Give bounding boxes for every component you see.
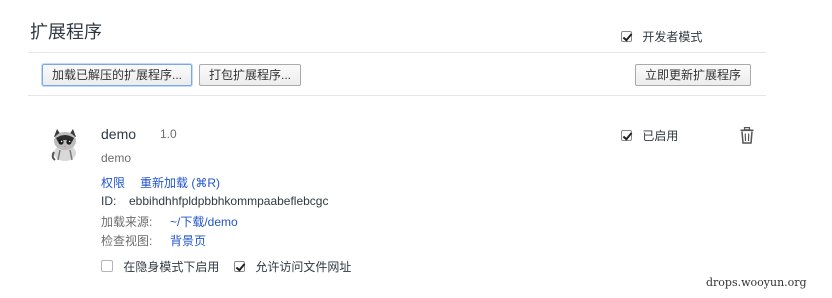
background-page-link[interactable]: 背景页 <box>170 232 206 249</box>
reload-link[interactable]: 重新加载 (⌘R) <box>140 174 220 191</box>
extension-version: 1.0 <box>160 127 177 141</box>
extension-id: ebbihdhhfpldpbbhkommpaabeflebcgc <box>129 194 329 208</box>
permissions-link[interactable]: 权限 <box>101 174 125 191</box>
developer-mode-checkbox[interactable] <box>621 31 632 42</box>
enabled-label[interactable]: 已启用 <box>642 129 678 143</box>
file-access-toggle[interactable]: 允许访问文件网址 <box>234 258 351 275</box>
trash-icon[interactable] <box>739 127 755 144</box>
incognito-checkbox[interactable] <box>101 260 113 272</box>
extension-description: demo <box>101 151 132 165</box>
load-source-link[interactable]: ~/下载/demo <box>170 213 238 230</box>
developer-mode-label[interactable]: 开发者模式 <box>642 30 702 44</box>
watermark: drops.wooyun.org <box>706 276 807 289</box>
file-access-label[interactable]: 允许访问文件网址 <box>255 260 351 274</box>
pack-extension-button[interactable]: 打包扩展程序... <box>199 64 302 86</box>
update-extensions-button[interactable]: 立即更新扩展程序 <box>635 64 752 86</box>
file-access-checkbox[interactable] <box>234 261 245 272</box>
load-unpacked-button[interactable]: 加载已解压的扩展程序... <box>42 64 193 86</box>
extension-icon <box>46 126 84 164</box>
extension-name: demo <box>101 126 137 142</box>
inspect-views-label: 检查视图: <box>101 234 153 248</box>
incognito-toggle[interactable]: 在隐身模式下启用 <box>101 258 219 275</box>
page-title: 扩展程序 <box>30 22 102 42</box>
header-divider <box>28 52 766 53</box>
id-label: ID: <box>101 194 117 208</box>
toolbar-divider <box>28 95 766 96</box>
enabled-toggle[interactable]: 已启用 <box>621 127 678 144</box>
incognito-label[interactable]: 在隐身模式下启用 <box>123 260 219 274</box>
developer-mode-toggle[interactable]: 开发者模式 <box>621 28 702 45</box>
load-source-label: 加载来源: <box>101 215 153 229</box>
enabled-checkbox[interactable] <box>621 130 632 141</box>
